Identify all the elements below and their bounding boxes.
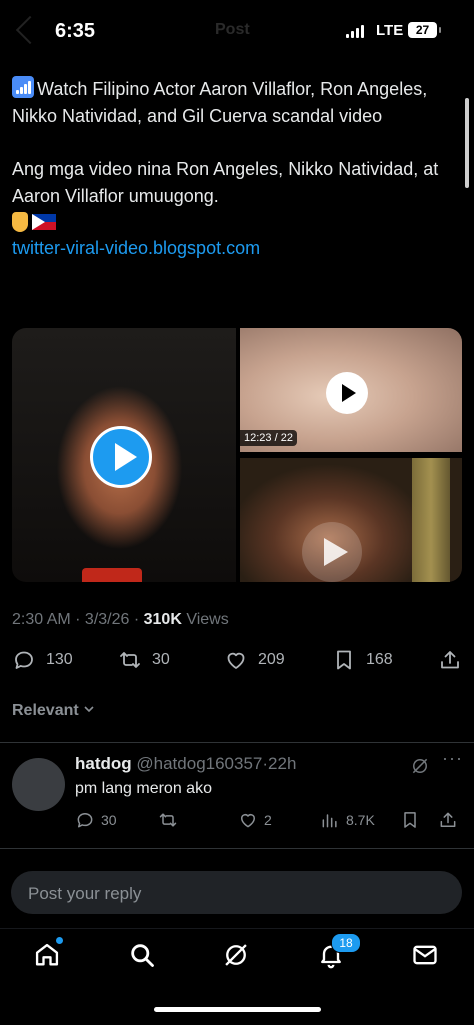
reply-like-count: 2: [264, 812, 272, 828]
tab-messages[interactable]: [407, 937, 443, 973]
video-duration: 12:23 / 22: [240, 430, 297, 446]
reply-reply-count: 30: [101, 812, 117, 828]
tweet-meta: 2:30 AM · 3/3/26 · 310K Views: [12, 611, 229, 628]
back-arrow-icon[interactable]: [15, 15, 45, 45]
views-label: Views: [186, 611, 229, 628]
reply-header: hatdog @hatdog160357·22h: [75, 754, 297, 773]
share-icon: [440, 812, 456, 827]
repost-icon: [159, 813, 177, 827]
play-button-icon[interactable]: [326, 372, 368, 414]
home-icon: [35, 943, 59, 966]
reply-share-button[interactable]: [438, 810, 458, 830]
grok-icon: [225, 944, 247, 966]
home-indicator[interactable]: [154, 1007, 321, 1012]
signal-icon: [346, 25, 364, 38]
bookmark-button[interactable]: 168: [332, 648, 393, 672]
like-count: 209: [258, 651, 285, 668]
repost-count: 30: [152, 651, 170, 668]
tweet-time: 2:30 AM: [12, 611, 71, 628]
play-button-icon[interactable]: [302, 522, 362, 582]
tab-notifications[interactable]: 18: [313, 933, 361, 973]
media-grid: 12:23 / 22: [12, 328, 462, 582]
tab-search[interactable]: [124, 937, 160, 973]
repost-icon: [120, 652, 140, 668]
reply-item[interactable]: hatdog @hatdog160357·22h ··· pm lang mer…: [0, 744, 474, 846]
header-title: Post: [215, 21, 250, 38]
status-time: 6:35: [55, 20, 96, 42]
tweet-text-line1: Watch Filipino Actor Aaron Villaflor, Ro…: [12, 79, 428, 126]
video-thumbnail-3[interactable]: [240, 458, 462, 582]
sort-dropdown[interactable]: Relevant: [12, 702, 95, 720]
heart-icon: [227, 652, 245, 669]
notifications-badge: 18: [331, 933, 361, 953]
play-button-icon[interactable]: [90, 426, 152, 488]
sort-label: Relevant: [12, 702, 79, 719]
views-count: 310K: [143, 611, 182, 628]
scrollbar[interactable]: [465, 98, 469, 188]
chevron-down-icon: [84, 706, 94, 713]
battery-icon: 27: [408, 22, 441, 38]
philippines-flag-emoji-icon: [32, 214, 56, 230]
reply-composer[interactable]: [11, 871, 462, 916]
reply-like-button[interactable]: 2: [238, 810, 272, 830]
network-type: LTE: [376, 22, 404, 39]
tweet-text: Watch Filipino Actor Aaron Villaflor, Ro…: [12, 76, 452, 262]
repost-button[interactable]: 30: [118, 648, 170, 672]
mail-icon: [413, 945, 437, 965]
reply-reply-button[interactable]: 30: [75, 810, 117, 830]
bookmark-count: 168: [366, 651, 393, 668]
tab-home[interactable]: [29, 937, 65, 973]
tweet-date: 3/3/26: [84, 611, 130, 628]
reply-icon: [15, 651, 33, 669]
thumbnail-detail: [82, 568, 142, 582]
heart-icon: [241, 814, 255, 828]
tweet-link[interactable]: twitter-viral-video.blogspot.com: [12, 235, 452, 262]
reply-age: 22h: [268, 754, 297, 773]
tab-grok[interactable]: [218, 937, 254, 973]
tweet-text-line2: Ang mga video nina Ron Angeles, Nikko Na…: [12, 159, 439, 206]
reply-repost-button[interactable]: [158, 810, 178, 830]
tweet-emoji-row: [12, 209, 452, 235]
reply-bookmark-button[interactable]: [400, 810, 420, 830]
signal-bars-emoji-icon: [12, 76, 34, 98]
unread-dot: [56, 937, 63, 944]
reply-icon: [77, 813, 93, 828]
reply-display-name[interactable]: hatdog: [75, 754, 132, 773]
video-thumbnail-2[interactable]: 12:23 / 22: [240, 328, 462, 452]
reply-views-button[interactable]: 8.7K: [320, 810, 375, 830]
views-chart-icon: [322, 814, 337, 828]
tweet-actions: 130 30 209 168: [0, 648, 474, 678]
reply-button[interactable]: 130: [12, 648, 73, 672]
pointing-down-emoji-icon: [12, 212, 28, 232]
status-bar: Post 6:35 LTE 27: [0, 0, 474, 60]
bookmark-icon: [404, 812, 416, 828]
reply-input[interactable]: [26, 871, 450, 916]
divider: [0, 848, 474, 849]
reply-actions: 30 2 8.7K: [0, 810, 474, 834]
like-button[interactable]: 209: [224, 648, 285, 672]
share-icon: [441, 651, 459, 669]
divider: [0, 742, 474, 743]
search-icon: [131, 944, 154, 967]
reply-count: 130: [46, 651, 73, 668]
bookmark-icon: [337, 650, 351, 670]
share-button[interactable]: [438, 648, 462, 672]
reply-text: pm lang meron ako: [75, 780, 212, 797]
avatar[interactable]: [12, 758, 65, 811]
reply-view-count: 8.7K: [346, 812, 375, 828]
reply-handle: @hatdog160357: [136, 754, 263, 773]
thumbnail-detail: [412, 458, 450, 582]
video-thumbnail-1[interactable]: [12, 328, 236, 582]
more-icon[interactable]: ···: [442, 748, 463, 769]
grok-icon[interactable]: [410, 756, 430, 776]
